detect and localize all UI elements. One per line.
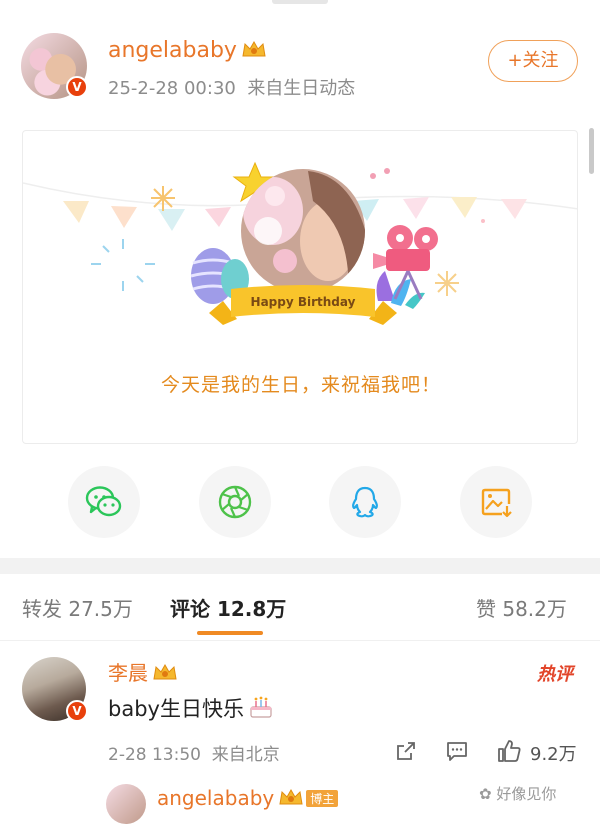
verified-icon: V [66,700,88,722]
verified-icon: V [66,76,88,98]
card-message: 今天是我的生日，来祝福我吧！ [160,374,441,396]
crown-icon [242,40,266,57]
like-icon[interactable] [497,739,523,763]
post-time: 25-2-28 00:30 [108,78,236,99]
wechat-icon [85,486,122,517]
share-wechat-button[interactable] [68,466,140,538]
like-count: 9.2万 [530,744,577,765]
tab-comment[interactable]: 评论 12.8万 [170,593,286,622]
section-divider [0,558,600,574]
author-name-row[interactable]: angelababy [108,38,267,63]
moments-icon [218,485,252,519]
tab-repost[interactable]: 转发 27.5万 [22,593,133,622]
comment-text-row: baby生日快乐 [108,693,274,723]
tab-like[interactable]: 赞 58.2万 [476,593,567,622]
reply-comment-icon[interactable] [445,739,469,763]
hot-comment-badge: 热评 [537,664,573,685]
commenter-name[interactable]: 李晨 [108,661,148,685]
post-source: 来自生日动态 [247,78,356,99]
crown-icon [279,788,303,805]
comment-meta: 2-28 13:50 来自北京 [108,740,280,765]
banner-text: Happy Birthday [251,295,356,309]
birthday-illustration: Happy Birthday [23,161,577,325]
watermark: ✿ 好像见你 [479,783,556,804]
save-image-button[interactable] [460,466,532,538]
reply-author-avatar[interactable] [106,784,146,824]
comment-time: 2-28 13:50 [108,745,201,765]
comment-text: baby生日快乐 [108,697,244,721]
tab-divider [0,640,600,641]
cake-icon [250,696,272,718]
crown-icon [153,663,177,680]
reply-author-row[interactable]: angelababy 博主 [157,786,339,810]
save-image-icon [481,488,512,518]
commenter-name-row[interactable]: 李晨 [108,657,178,686]
comment-location: 来自北京 [211,745,280,765]
watermark-icon: ✿ [479,785,492,803]
post-meta: 25-2-28 00:30 来自生日动态 [108,74,355,100]
active-tab-indicator [197,631,263,635]
scrollbar[interactable] [589,128,594,174]
share-qq-button[interactable] [329,466,401,538]
qq-icon [352,486,378,518]
follow-button[interactable]: +关注 [488,40,578,82]
share-comment-icon[interactable] [394,739,418,763]
birthday-card[interactable]: Happy Birthday 今天是我的生日，来祝福我吧！ [22,130,578,444]
watermark-text: 好像见你 [496,785,557,803]
reply-author-name[interactable]: angelababy [157,786,274,810]
author-name[interactable]: angelababy [108,38,237,63]
post-header: V angelababy 25-2-28 00:30 来自生日动态 +关注 [0,0,600,120]
share-moments-button[interactable] [199,466,271,538]
blogger-badge: 博主 [306,790,339,807]
